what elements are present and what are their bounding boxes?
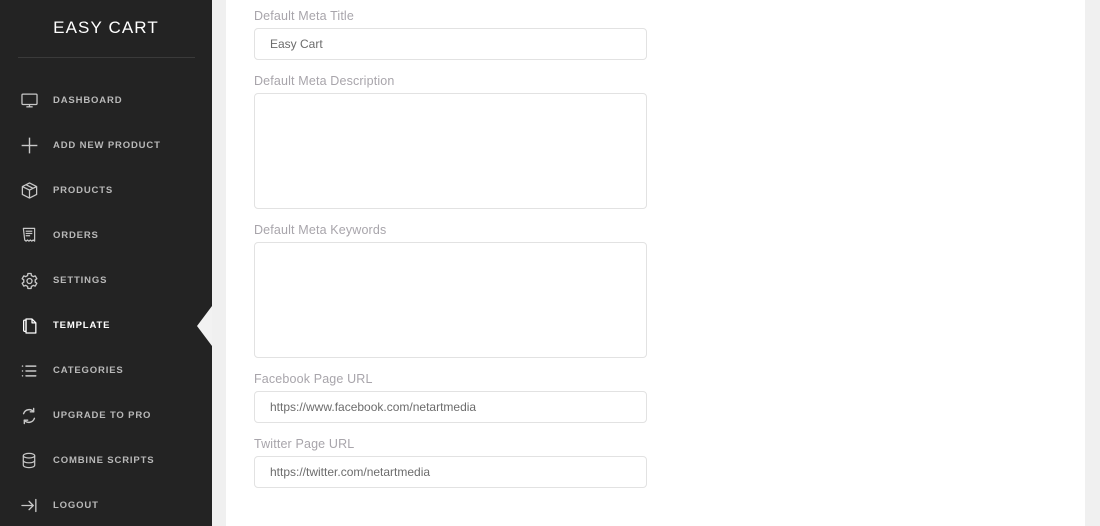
field-label: Default Meta Title	[254, 9, 354, 23]
sidebar-item-label: PRODUCTS	[53, 185, 114, 196]
sidebar-item-label: CATEGORIES	[53, 365, 124, 376]
app-window: EASY CART DASHBOARD ADD NEW PRODUCT PROD…	[0, 0, 1100, 526]
field-label: Default Meta Description	[254, 74, 395, 88]
logout-arrow-icon	[14, 491, 44, 521]
active-item-pointer-icon	[197, 306, 212, 346]
field-facebook-page-url: Facebook Page URL	[254, 372, 647, 423]
sidebar-item-label: DASHBOARD	[53, 95, 123, 106]
brand-logo-text: EASY CART	[53, 18, 159, 37]
facebook-page-url-input[interactable]	[254, 391, 647, 423]
sidebar-item-products[interactable]: PRODUCTS	[0, 168, 212, 213]
sidebar: EASY CART DASHBOARD ADD NEW PRODUCT PROD…	[0, 0, 212, 526]
receipt-icon	[14, 221, 44, 251]
default-meta-title-input[interactable]	[254, 28, 647, 60]
sidebar-item-dashboard[interactable]: DASHBOARD	[0, 78, 212, 123]
sidebar-gutter	[212, 0, 226, 526]
sidebar-item-label: LOGOUT	[53, 500, 99, 511]
sidebar-item-orders[interactable]: ORDERS	[0, 213, 212, 258]
sidebar-item-label: UPGRADE TO PRO	[53, 410, 152, 421]
brand-logo[interactable]: EASY CART	[0, 0, 212, 56]
field-label: Default Meta Keywords	[254, 223, 387, 237]
main-content: Default Meta Title Default Meta Descript…	[226, 0, 1085, 526]
default-meta-keywords-textarea[interactable]	[254, 242, 647, 358]
field-default-meta-description: Default Meta Description	[254, 74, 647, 209]
field-default-meta-title: Default Meta Title	[254, 9, 647, 60]
field-label: Twitter Page URL	[254, 437, 355, 451]
field-twitter-page-url: Twitter Page URL	[254, 437, 647, 488]
refresh-cycle-icon	[14, 401, 44, 431]
sidebar-item-categories[interactable]: CATEGORIES	[0, 348, 212, 393]
gear-icon	[14, 266, 44, 296]
plus-icon	[14, 131, 44, 161]
sidebar-item-combine-scripts[interactable]: COMBINE SCRIPTS	[0, 438, 212, 483]
sidebar-nav-list: DASHBOARD ADD NEW PRODUCT PRODUCTS ORDER…	[0, 78, 212, 526]
sidebar-item-label: TEMPLATE	[53, 320, 111, 331]
page-scrollbar[interactable]	[1085, 0, 1100, 526]
database-icon	[14, 446, 44, 476]
field-label: Facebook Page URL	[254, 372, 373, 386]
sidebar-item-label: ORDERS	[53, 230, 99, 241]
twitter-page-url-input[interactable]	[254, 456, 647, 488]
field-default-meta-keywords: Default Meta Keywords	[254, 223, 647, 358]
list-icon	[14, 356, 44, 386]
monitor-icon	[14, 86, 44, 116]
sidebar-divider	[18, 57, 195, 58]
sidebar-item-upgrade-to-pro[interactable]: UPGRADE TO PRO	[0, 393, 212, 438]
sidebar-item-settings[interactable]: SETTINGS	[0, 258, 212, 303]
template-seo-settings-form: Default Meta Title Default Meta Descript…	[254, 9, 647, 502]
sidebar-item-label: SETTINGS	[53, 275, 108, 286]
default-meta-description-textarea[interactable]	[254, 93, 647, 209]
sidebar-item-label: ADD NEW PRODUCT	[53, 140, 161, 151]
sidebar-item-template[interactable]: TEMPLATE	[0, 303, 212, 348]
sidebar-item-add-new-product[interactable]: ADD NEW PRODUCT	[0, 123, 212, 168]
box-icon	[14, 176, 44, 206]
sidebar-item-logout[interactable]: LOGOUT	[0, 483, 212, 526]
sidebar-item-label: COMBINE SCRIPTS	[53, 455, 155, 466]
document-page-icon	[14, 311, 44, 341]
